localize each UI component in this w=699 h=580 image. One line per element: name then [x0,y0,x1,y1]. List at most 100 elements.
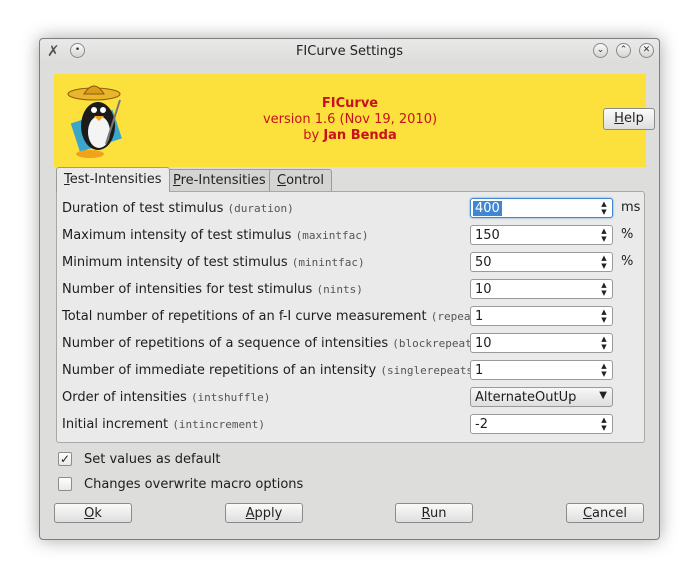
button-mnemonic: R [421,506,430,521]
button-label: ancel [592,506,628,521]
nints-value[interactable]: 10 [475,282,492,297]
intincrement-value[interactable]: -2 [475,417,488,432]
apply-button[interactable]: Apply [225,503,303,523]
minintfac-value[interactable]: 50 [475,255,492,270]
title-bar[interactable]: ✗ • FICurve Settings ⌄ ⌃ ✕ [40,39,659,65]
field-ident: (maxintfac) [295,229,369,242]
spin-arrows-icon[interactable]: ▲ ▼ [599,416,609,432]
tab-label: re-Intensities [180,173,266,188]
tab-mnemonic: C [277,173,287,188]
plugin-banner: FICurve version 1.6 (Nov 19, 2010) by Ja… [54,74,655,167]
blockrepeats-spinbox[interactable]: 10 ▲ ▼ [470,333,613,353]
help-mnemonic: H [614,111,624,126]
help-button[interactable]: Help [603,108,655,130]
maxintfac-label: Maximum intensity of test stimulus (maxi… [62,228,368,243]
help-label-rest: elp [623,111,644,126]
duration-spinbox[interactable]: 400 ▲ ▼ [470,198,613,218]
duration-row: Duration of test stimulus (duration) 400… [57,198,644,220]
author-line: by Jan Benda [54,128,646,144]
tab-mnemonic: P [173,173,181,188]
cancel-button[interactable]: Cancel [566,503,644,523]
spin-arrows-icon[interactable]: ▲ ▼ [599,281,609,297]
field-label: Number of intensities for test stimulus [62,282,313,297]
window-title: FICurve Settings [295,44,404,59]
singlerepeats-label: Number of immediate repetitions of an in… [62,363,480,378]
intincrement-row: Initial increment (intincrement) -2 ▲ ▼ [57,414,644,436]
tab-control[interactable]: Control [269,169,332,191]
maxintfac-unit: % [621,227,634,242]
field-ident: (nints) [316,283,363,296]
tab-test-intensities[interactable]: Test-Intensities [56,167,170,192]
field-label: Maximum intensity of test stimulus [62,228,292,243]
tab-pre-intensities[interactable]: Pre-Intensities [165,169,274,191]
repeats-value[interactable]: 1 [475,309,483,324]
singlerepeats-value[interactable]: 1 [475,363,483,378]
field-label: Initial increment [62,417,169,432]
field-label: Minimum intensity of test stimulus [62,255,288,270]
tab-label: est-Intensities [69,172,162,187]
field-label: Duration of test stimulus [62,201,224,216]
version-line: version 1.6 (Nov 19, 2010) [262,112,438,127]
banner-text: FICurve version 1.6 (Nov 19, 2010) by Ja… [54,96,646,144]
ok-button[interactable]: Ok [54,503,132,523]
field-ident: (intincrement) [172,418,266,431]
intincrement-spinbox[interactable]: -2 ▲ ▼ [470,414,613,434]
maximize-icon[interactable]: ⌃ [616,43,631,58]
blockrepeats-value[interactable]: 10 [475,336,492,351]
set-default-label[interactable]: Set values as default [84,452,221,467]
spin-arrows-icon[interactable]: ▲ ▼ [599,227,609,243]
dialog-window: ✗ • FICurve Settings ⌄ ⌃ ✕ FICurve versi… [39,38,660,540]
blockrepeats-label: Number of repetitions of a sequence of i… [62,336,485,351]
overwrite-macro-checkbox[interactable] [58,477,72,491]
set-default-checkbox[interactable]: ✓ [58,452,72,466]
maxintfac-row: Maximum intensity of test stimulus (maxi… [57,225,644,247]
blockrepeats-row: Number of repetitions of a sequence of i… [57,333,644,355]
author-name: Jan Benda [323,128,397,143]
by-text: by [303,128,320,143]
button-mnemonic: C [582,506,593,521]
nints-spinbox[interactable]: 10 ▲ ▼ [470,279,613,299]
field-ident: (minintfac) [291,256,365,269]
duration-label: Duration of test stimulus (duration) [62,201,294,216]
plugin-name: FICurve [321,96,379,111]
spin-arrows-icon[interactable]: ▲ ▼ [599,308,609,324]
maxintfac-spinbox[interactable]: 150 ▲ ▼ [470,225,613,245]
button-mnemonic: O [84,506,95,521]
maxintfac-value[interactable]: 150 [475,228,500,243]
button-mnemonic: A [245,506,255,521]
close-icon[interactable]: ✕ [639,43,654,58]
spin-arrows-icon[interactable]: ▲ ▼ [599,200,609,216]
checkmark-icon: ✓ [59,452,71,466]
field-ident: (singlerepeats) [380,364,480,377]
intshuffle-label: Order of intensities (intshuffle) [62,390,270,405]
duration-value[interactable]: 400 [473,201,502,216]
minintfac-spinbox[interactable]: 50 ▲ ▼ [470,252,613,272]
repeats-label: Total number of repetitions of an f-I cu… [62,309,490,324]
chevron-down-icon[interactable]: ▼ [599,390,607,401]
duration-unit: ms [621,200,641,215]
minimize-icon[interactable]: ⌄ [593,43,608,58]
minintfac-row: Minimum intensity of test stimulus (mini… [57,252,644,274]
intshuffle-value: AlternateOutUp [475,390,577,405]
intshuffle-combobox[interactable]: AlternateOutUp ▼ [470,387,613,407]
repeats-spinbox[interactable]: 1 ▲ ▼ [470,306,613,326]
tab-label: ontrol [286,173,324,188]
overwrite-macro-label[interactable]: Changes overwrite macro options [84,477,303,492]
minintfac-label: Minimum intensity of test stimulus (mini… [62,255,365,270]
spin-arrows-icon[interactable]: ▲ ▼ [599,254,609,270]
nints-row: Number of intensities for test stimulus … [57,279,644,301]
nints-label: Number of intensities for test stimulus … [62,282,363,297]
spin-arrows-icon[interactable]: ▲ ▼ [599,362,609,378]
intshuffle-row: Order of intensities (intshuffle) Altern… [57,387,644,409]
intincrement-label: Initial increment (intincrement) [62,417,265,432]
button-label: k [94,506,102,521]
settings-panel: Duration of test stimulus (duration) 400… [56,191,645,443]
field-ident: (intshuffle) [190,391,271,404]
singlerepeats-row: Number of immediate repetitions of an in… [57,360,644,382]
field-label: Number of repetitions of a sequence of i… [62,336,389,351]
singlerepeats-spinbox[interactable]: 1 ▲ ▼ [470,360,613,380]
minintfac-unit: % [621,254,634,269]
spin-arrows-icon[interactable]: ▲ ▼ [599,335,609,351]
run-button[interactable]: Run [395,503,473,523]
field-label: Total number of repetitions of an f-I cu… [62,309,427,324]
